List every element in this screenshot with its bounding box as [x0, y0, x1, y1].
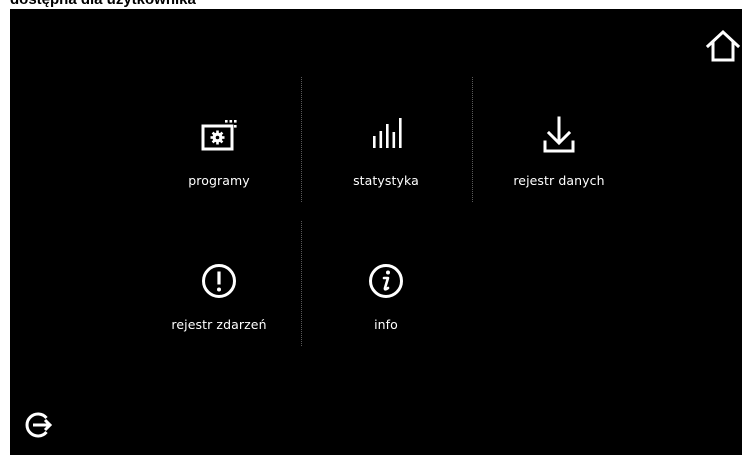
menu-item-label: programy — [188, 173, 250, 188]
menu-item-programy[interactable]: programy — [139, 115, 299, 225]
exclamation-circle-icon — [197, 259, 241, 303]
home-button[interactable] — [704, 27, 742, 65]
menu-item-rejestr-danych[interactable]: rejestr danych — [479, 115, 639, 225]
logout-button[interactable] — [24, 410, 54, 440]
divider — [301, 221, 302, 346]
divider — [472, 77, 473, 202]
menu-item-rejestr-zdarzen[interactable]: rejestr zdarzeń — [139, 259, 299, 369]
divider — [301, 77, 302, 202]
info-circle-icon — [364, 259, 408, 303]
menu-item-label: rejestr zdarzeń — [171, 317, 267, 332]
download-icon — [537, 115, 581, 159]
home-icon — [705, 29, 741, 62]
page-caption: dostępna dla użytkownika — [10, 0, 196, 8]
statistics-bars-icon — [364, 115, 408, 159]
menu-item-statystyka[interactable]: statystyka — [306, 115, 466, 225]
menu-item-label: statystyka — [353, 173, 419, 188]
program-settings-icon — [197, 115, 241, 159]
menu-item-label: rejestr danych — [513, 173, 605, 188]
menu-item-info[interactable]: info — [306, 259, 466, 369]
logout-icon — [25, 412, 53, 438]
controller-screen: programy statystyka rejestr danych rejes… — [10, 9, 742, 455]
menu-item-label: info — [374, 317, 398, 332]
